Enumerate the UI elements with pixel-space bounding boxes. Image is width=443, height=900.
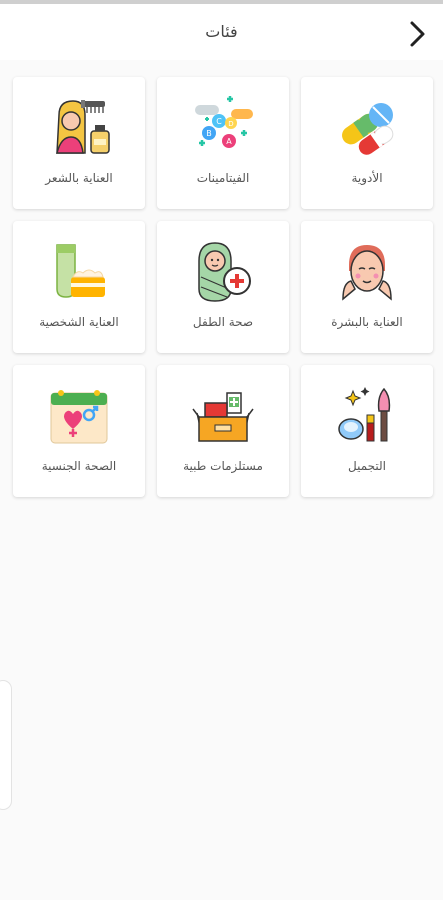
category-card-medical-supplies[interactable]: مستلزمات طبية <box>157 365 289 497</box>
side-drawer-handle[interactable] <box>0 680 12 810</box>
makeup-icon <box>338 387 391 442</box>
hair-care-icon <box>56 100 110 154</box>
category-card-vitamins[interactable]: C D B A الفيتامينات <box>157 77 289 209</box>
medical-supplies-icon <box>192 392 254 442</box>
category-card-sexual-health[interactable]: الصحة الجنسية <box>13 365 145 497</box>
category-card-skin-care[interactable]: العناية بالبشرة <box>301 221 433 353</box>
category-label: العناية الشخصية <box>39 315 119 329</box>
category-label: الفيتامينات <box>196 171 250 185</box>
personal-care-icon <box>56 244 105 298</box>
vitamins-icon: C D B A <box>195 96 253 148</box>
category-card-personal-care[interactable]: العناية الشخصية <box>13 221 145 353</box>
category-card-makeup[interactable]: التجميل <box>301 365 433 497</box>
svg-text:A: A <box>226 137 232 146</box>
category-label: العناية بالشعر <box>45 171 113 185</box>
pills-icon <box>342 103 394 155</box>
category-label: العناية بالبشرة <box>331 315 403 329</box>
category-label: الصحة الجنسية <box>41 459 117 473</box>
category-label: صحة الطفل <box>192 315 254 329</box>
page-title: فئات <box>205 22 238 41</box>
category-label: الأدوية <box>351 171 383 185</box>
svg-text:C: C <box>216 117 222 126</box>
back-button[interactable] <box>405 20 429 48</box>
sexual-health-icon <box>50 390 108 444</box>
category-card-baby-health[interactable]: صحة الطفل <box>157 221 289 353</box>
category-label: مستلزمات طبية <box>183 459 263 473</box>
app-header: فئات <box>0 4 443 60</box>
category-card-hair-care[interactable]: العناية بالشعر <box>13 77 145 209</box>
chevron-right-icon <box>410 21 425 47</box>
category-label: التجميل <box>347 459 386 473</box>
skin-care-icon <box>342 245 392 301</box>
svg-text:D: D <box>228 120 233 128</box>
svg-text:B: B <box>206 129 212 138</box>
category-card-medicines[interactable]: الأدوية <box>301 77 433 209</box>
baby-health-icon <box>198 242 251 302</box>
